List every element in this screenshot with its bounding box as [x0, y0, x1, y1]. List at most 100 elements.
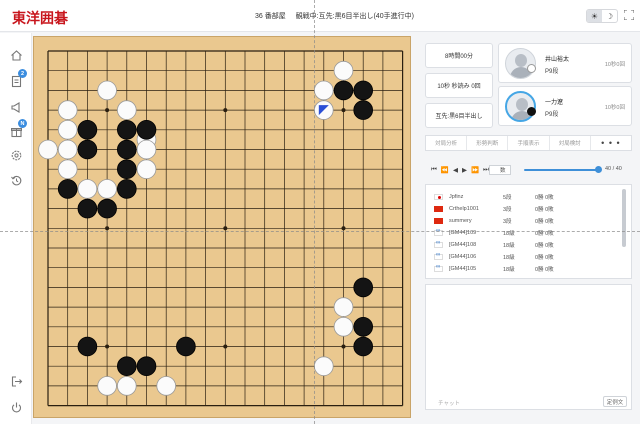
home-icon[interactable] [10, 49, 23, 62]
go-board[interactable] [33, 36, 411, 418]
white-stone-icon [527, 64, 536, 73]
top-bar: 東洋囲碁 36 番部屋 観戦中:互先:黒6目半出し(40手進行中) ☀ ☽ [0, 0, 640, 32]
power-icon[interactable] [10, 401, 23, 414]
black-stone [97, 198, 117, 219]
viewer-record: 0勝 0敗 [535, 219, 554, 225]
chat-panel: チャット 定例文 [425, 284, 632, 410]
flag-icon [434, 218, 443, 224]
viewer-row[interactable]: [GM44]109 18級 0勝 0敗 [434, 228, 554, 238]
document-icon[interactable]: 2 [10, 69, 27, 88]
gift-icon[interactable]: N [10, 119, 27, 138]
white-stone [97, 80, 117, 101]
flag-icon [434, 206, 443, 212]
player-time: 10秒0回 [604, 62, 625, 68]
player-rank: P9段 [545, 112, 559, 118]
rewind-button[interactable]: ⏪ [441, 166, 449, 174]
player-card-white[interactable]: 井山裕太 P9段 10秒0回 [498, 43, 632, 83]
flag-icon [434, 194, 443, 200]
viewer-name: Jpfinz [449, 194, 464, 200]
viewer-record: 0勝 0敗 [535, 231, 554, 237]
chat-input[interactable]: チャット [438, 399, 460, 407]
handicap-rule: 互先:黒6目半出し [425, 103, 493, 128]
star-point [223, 344, 228, 349]
white-stone [57, 100, 78, 120]
player-time: 10秒0回 [604, 105, 625, 111]
fast-forward-button[interactable]: ⏩ [471, 166, 479, 174]
viewer-row[interactable]: [GM44]106 18級 0勝 0敗 [434, 252, 554, 262]
prev-move-button[interactable]: ◀ [453, 166, 458, 174]
logout-icon[interactable] [10, 375, 23, 388]
tab-evaluation[interactable]: 形勢判断 [467, 136, 509, 150]
room-label: 36 番部屋 [255, 13, 286, 20]
viewer-row[interactable]: Jpfinz 5段 0勝 0敗 [434, 192, 554, 202]
flag-icon [434, 228, 443, 236]
brand-logo[interactable]: 東洋囲碁 [12, 8, 68, 28]
match-info: 36 番部屋 観戦中:互先:黒6目半出し(40手進行中) [255, 11, 422, 21]
viewer-rank: 18級 [503, 255, 515, 261]
viewer-rank: 5段 [503, 195, 512, 201]
move-count: 40 / 40 [605, 166, 622, 172]
move-number-input[interactable]: 数 [489, 165, 511, 175]
viewer-name: [GM44]105 [449, 266, 477, 272]
player-card-black[interactable]: 一力遼 P9段 10秒0回 [498, 86, 632, 126]
black-stone [353, 100, 374, 120]
preset-message-button[interactable]: 定例文 [603, 396, 627, 407]
tab-sequence[interactable]: 手順表示 [508, 136, 550, 150]
star-point [105, 108, 110, 113]
analysis-tabs: 対局分析 形勢判断 手順表示 対局検討 • • • [425, 135, 632, 151]
viewer-row[interactable]: [GM44]108 18級 0勝 0敗 [434, 240, 554, 250]
white-stone [117, 100, 137, 120]
move-slider[interactable] [524, 169, 599, 171]
star-point [341, 108, 346, 113]
black-stone [333, 80, 354, 101]
star-point [223, 108, 228, 113]
viewer-record: 0勝 0敗 [535, 267, 554, 273]
white-stone [136, 139, 157, 160]
megaphone-icon[interactable] [10, 101, 23, 114]
star-point [105, 226, 110, 231]
black-stone [57, 179, 78, 199]
star-point [223, 226, 228, 231]
tab-analysis[interactable]: 対局分析 [426, 136, 468, 150]
black-stone [353, 277, 374, 298]
new-badge: N [18, 119, 27, 128]
more-menu-icon[interactable]: • • • [591, 136, 631, 150]
black-stone [353, 336, 374, 357]
star-point [341, 226, 346, 231]
flag-icon [434, 240, 443, 248]
board-grid[interactable] [34, 37, 412, 419]
settings-icon[interactable] [10, 149, 23, 162]
fullscreen-icon[interactable] [623, 9, 635, 21]
notification-badge: 2 [18, 69, 27, 78]
black-stone [117, 356, 137, 377]
black-stone [136, 356, 157, 377]
white-stone [313, 80, 334, 101]
viewer-row[interactable]: [GM44]105 18級 0勝 0敗 [434, 264, 554, 274]
black-stone [117, 139, 137, 160]
viewer-name: [GM44]109 [449, 230, 477, 236]
viewer-name: Crthelp1001 [449, 206, 479, 212]
player-name: 一力遼 [545, 100, 564, 106]
black-stone [77, 198, 98, 219]
history-icon[interactable] [10, 174, 23, 187]
slider-handle[interactable] [595, 166, 602, 173]
theme-toggle[interactable]: ☀ ☽ [586, 9, 618, 23]
viewer-scrollbar[interactable] [622, 189, 626, 247]
white-stone [333, 316, 354, 337]
white-stone [97, 179, 117, 199]
playback-controls: ⏮ ⏪ ◀ ▶ ⏩ ⏭ [431, 165, 493, 175]
white-stone [38, 139, 58, 160]
black-stone [77, 336, 98, 357]
sun-icon[interactable]: ☀ [587, 10, 602, 22]
viewer-record: 0勝 0敗 [535, 207, 554, 213]
viewer-row[interactable]: Crthelp1001 3段 0勝 0敗 [434, 204, 554, 214]
moon-icon[interactable]: ☽ [602, 10, 617, 22]
black-stone [353, 316, 374, 337]
tab-review[interactable]: 対局検討 [550, 136, 591, 150]
white-stone [77, 179, 98, 199]
player-name: 井山裕太 [545, 57, 570, 63]
viewer-row[interactable]: summery 3段 0勝 0敗 [434, 216, 554, 226]
viewer-rank: 3段 [503, 207, 512, 213]
first-move-button[interactable]: ⏮ [431, 166, 437, 174]
next-move-button[interactable]: ▶ [462, 166, 467, 174]
